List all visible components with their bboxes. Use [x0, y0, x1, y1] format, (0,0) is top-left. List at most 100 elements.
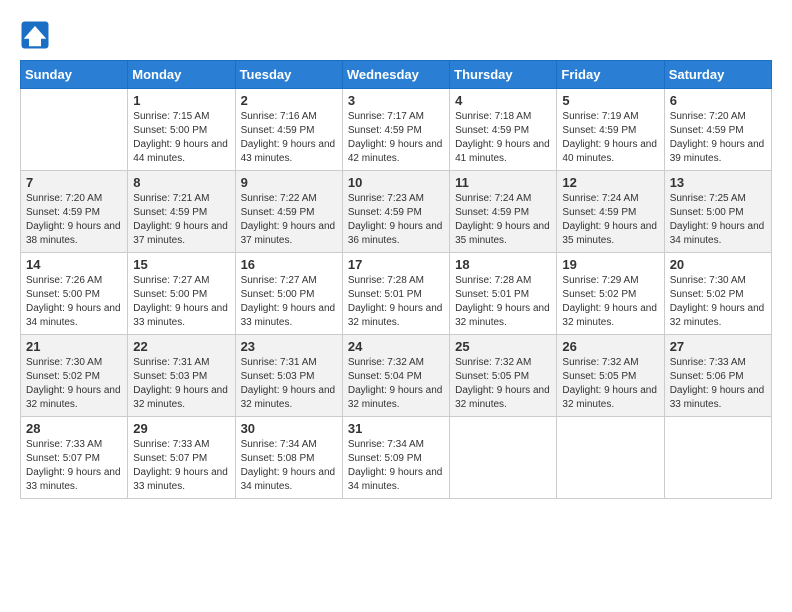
calendar-day-cell: 16 Sunrise: 7:27 AMSunset: 5:00 PMDayligh…	[235, 253, 342, 335]
calendar-day-cell: 3 Sunrise: 7:17 AMSunset: 4:59 PMDaylight…	[342, 89, 449, 171]
calendar-day-cell	[450, 417, 557, 499]
calendar-day-cell: 27 Sunrise: 7:33 AMSunset: 5:06 PMDayligh…	[664, 335, 771, 417]
calendar-day-cell: 28Sunrise: 7:33 AMSunset: 5:07 PMDayligh…	[21, 417, 128, 499]
calendar-day-cell: 4 Sunrise: 7:18 AMSunset: 4:59 PMDaylight…	[450, 89, 557, 171]
weekday-header: Monday	[128, 61, 235, 89]
day-info: Sunrise: 7:20 AMSunset: 4:59 PMDaylight:…	[670, 110, 766, 166]
day-number: 5	[562, 93, 658, 108]
day-info: Sunrise: 7:31 AMSunset: 5:03 PMDaylight:…	[133, 356, 229, 412]
calendar-day-cell: 15 Sunrise: 7:27 AMSunset: 5:00 PMDayligh…	[128, 253, 235, 335]
calendar-day-cell: 7Sunrise: 7:20 AMSunset: 4:59 PMDaylight…	[21, 171, 128, 253]
weekday-header: Thursday	[450, 61, 557, 89]
day-number: 6	[670, 93, 766, 108]
day-number: 4	[455, 93, 551, 108]
day-number: 22	[133, 339, 229, 354]
day-info: Sunrise: 7:33 AMSunset: 5:07 PMDaylight:…	[133, 438, 229, 494]
day-info: Sunrise: 7:33 AMSunset: 5:07 PMDaylight:…	[26, 438, 122, 494]
calendar-day-cell: 1 Sunrise: 7:15 AMSunset: 5:00 PMDaylight…	[128, 89, 235, 171]
calendar-day-cell: 23 Sunrise: 7:31 AMSunset: 5:03 PMDayligh…	[235, 335, 342, 417]
calendar-week-row: 28Sunrise: 7:33 AMSunset: 5:07 PMDayligh…	[21, 417, 772, 499]
calendar-header-row: SundayMondayTuesdayWednesdayThursdayFrid…	[21, 61, 772, 89]
calendar-day-cell: 10 Sunrise: 7:23 AMSunset: 4:59 PMDayligh…	[342, 171, 449, 253]
day-info: Sunrise: 7:27 AMSunset: 5:00 PMDaylight:…	[133, 274, 229, 330]
calendar-day-cell: 5 Sunrise: 7:19 AMSunset: 4:59 PMDaylight…	[557, 89, 664, 171]
calendar-day-cell: 19 Sunrise: 7:29 AMSunset: 5:02 PMDayligh…	[557, 253, 664, 335]
calendar-day-cell: 31Sunrise: 7:34 AMSunset: 5:09 PMDayligh…	[342, 417, 449, 499]
day-number: 3	[348, 93, 444, 108]
calendar-week-row: 7Sunrise: 7:20 AMSunset: 4:59 PMDaylight…	[21, 171, 772, 253]
calendar-day-cell	[557, 417, 664, 499]
weekday-header: Friday	[557, 61, 664, 89]
day-info: Sunrise: 7:17 AMSunset: 4:59 PMDaylight:…	[348, 110, 444, 166]
logo	[20, 20, 54, 50]
day-number: 30	[241, 421, 337, 436]
weekday-header: Tuesday	[235, 61, 342, 89]
day-number: 19	[562, 257, 658, 272]
day-number: 7	[26, 175, 122, 190]
calendar-day-cell: 6 Sunrise: 7:20 AMSunset: 4:59 PMDaylight…	[664, 89, 771, 171]
day-number: 1	[133, 93, 229, 108]
day-info: Sunrise: 7:18 AMSunset: 4:59 PMDaylight:…	[455, 110, 551, 166]
day-info: Sunrise: 7:28 AMSunset: 5:01 PMDaylight:…	[455, 274, 551, 330]
day-info: Sunrise: 7:16 AMSunset: 4:59 PMDaylight:…	[241, 110, 337, 166]
calendar-day-cell: 29Sunrise: 7:33 AMSunset: 5:07 PMDayligh…	[128, 417, 235, 499]
day-info: Sunrise: 7:33 AMSunset: 5:06 PMDaylight:…	[670, 356, 766, 412]
calendar-day-cell: 11 Sunrise: 7:24 AMSunset: 4:59 PMDayligh…	[450, 171, 557, 253]
calendar-day-cell: 21Sunrise: 7:30 AMSunset: 5:02 PMDayligh…	[21, 335, 128, 417]
calendar-week-row: 1 Sunrise: 7:15 AMSunset: 5:00 PMDaylight…	[21, 89, 772, 171]
day-number: 15	[133, 257, 229, 272]
day-number: 12	[562, 175, 658, 190]
day-info: Sunrise: 7:19 AMSunset: 4:59 PMDaylight:…	[562, 110, 658, 166]
day-number: 10	[348, 175, 444, 190]
day-number: 23	[241, 339, 337, 354]
day-number: 24	[348, 339, 444, 354]
day-info: Sunrise: 7:26 AMSunset: 5:00 PMDaylight:…	[26, 274, 122, 330]
day-number: 9	[241, 175, 337, 190]
calendar-day-cell: 25Sunrise: 7:32 AMSunset: 5:05 PMDayligh…	[450, 335, 557, 417]
calendar-day-cell: 30 Sunrise: 7:34 AMSunset: 5:08 PMDayligh…	[235, 417, 342, 499]
day-number: 2	[241, 93, 337, 108]
day-number: 27	[670, 339, 766, 354]
day-info: Sunrise: 7:24 AMSunset: 4:59 PMDaylight:…	[455, 192, 551, 248]
day-info: Sunrise: 7:24 AMSunset: 4:59 PMDaylight:…	[562, 192, 658, 248]
calendar-day-cell: 12 Sunrise: 7:24 AMSunset: 4:59 PMDayligh…	[557, 171, 664, 253]
day-number: 17	[348, 257, 444, 272]
day-info: Sunrise: 7:29 AMSunset: 5:02 PMDaylight:…	[562, 274, 658, 330]
day-number: 26	[562, 339, 658, 354]
weekday-header: Sunday	[21, 61, 128, 89]
day-info: Sunrise: 7:23 AMSunset: 4:59 PMDaylight:…	[348, 192, 444, 248]
day-info: Sunrise: 7:34 AMSunset: 5:08 PMDaylight:…	[241, 438, 337, 494]
calendar-day-cell: 24 Sunrise: 7:32 AMSunset: 5:04 PMDayligh…	[342, 335, 449, 417]
day-number: 11	[455, 175, 551, 190]
day-number: 18	[455, 257, 551, 272]
calendar-week-row: 14 Sunrise: 7:26 AMSunset: 5:00 PMDayligh…	[21, 253, 772, 335]
day-number: 20	[670, 257, 766, 272]
day-number: 14	[26, 257, 122, 272]
calendar-table: SundayMondayTuesdayWednesdayThursdayFrid…	[20, 60, 772, 499]
day-info: Sunrise: 7:32 AMSunset: 5:04 PMDaylight:…	[348, 356, 444, 412]
calendar-day-cell: 2 Sunrise: 7:16 AMSunset: 4:59 PMDaylight…	[235, 89, 342, 171]
day-info: Sunrise: 7:21 AMSunset: 4:59 PMDaylight:…	[133, 192, 229, 248]
calendar-day-cell	[21, 89, 128, 171]
day-info: Sunrise: 7:31 AMSunset: 5:03 PMDaylight:…	[241, 356, 337, 412]
day-number: 21	[26, 339, 122, 354]
day-number: 8	[133, 175, 229, 190]
day-info: Sunrise: 7:27 AMSunset: 5:00 PMDaylight:…	[241, 274, 337, 330]
day-number: 13	[670, 175, 766, 190]
calendar-day-cell: 17 Sunrise: 7:28 AMSunset: 5:01 PMDayligh…	[342, 253, 449, 335]
day-number: 16	[241, 257, 337, 272]
day-info: Sunrise: 7:25 AMSunset: 5:00 PMDaylight:…	[670, 192, 766, 248]
day-info: Sunrise: 7:32 AMSunset: 5:05 PMDaylight:…	[562, 356, 658, 412]
page-header	[20, 20, 772, 50]
day-info: Sunrise: 7:15 AMSunset: 5:00 PMDaylight:…	[133, 110, 229, 166]
calendar-day-cell: 22 Sunrise: 7:31 AMSunset: 5:03 PMDayligh…	[128, 335, 235, 417]
calendar-day-cell	[664, 417, 771, 499]
day-info: Sunrise: 7:28 AMSunset: 5:01 PMDaylight:…	[348, 274, 444, 330]
day-number: 31	[348, 421, 444, 436]
day-info: Sunrise: 7:22 AMSunset: 4:59 PMDaylight:…	[241, 192, 337, 248]
calendar-day-cell: 8 Sunrise: 7:21 AMSunset: 4:59 PMDaylight…	[128, 171, 235, 253]
weekday-header: Wednesday	[342, 61, 449, 89]
calendar-day-cell: 13 Sunrise: 7:25 AMSunset: 5:00 PMDayligh…	[664, 171, 771, 253]
day-info: Sunrise: 7:32 AMSunset: 5:05 PMDaylight:…	[455, 356, 551, 412]
calendar-day-cell: 20Sunrise: 7:30 AMSunset: 5:02 PMDayligh…	[664, 253, 771, 335]
